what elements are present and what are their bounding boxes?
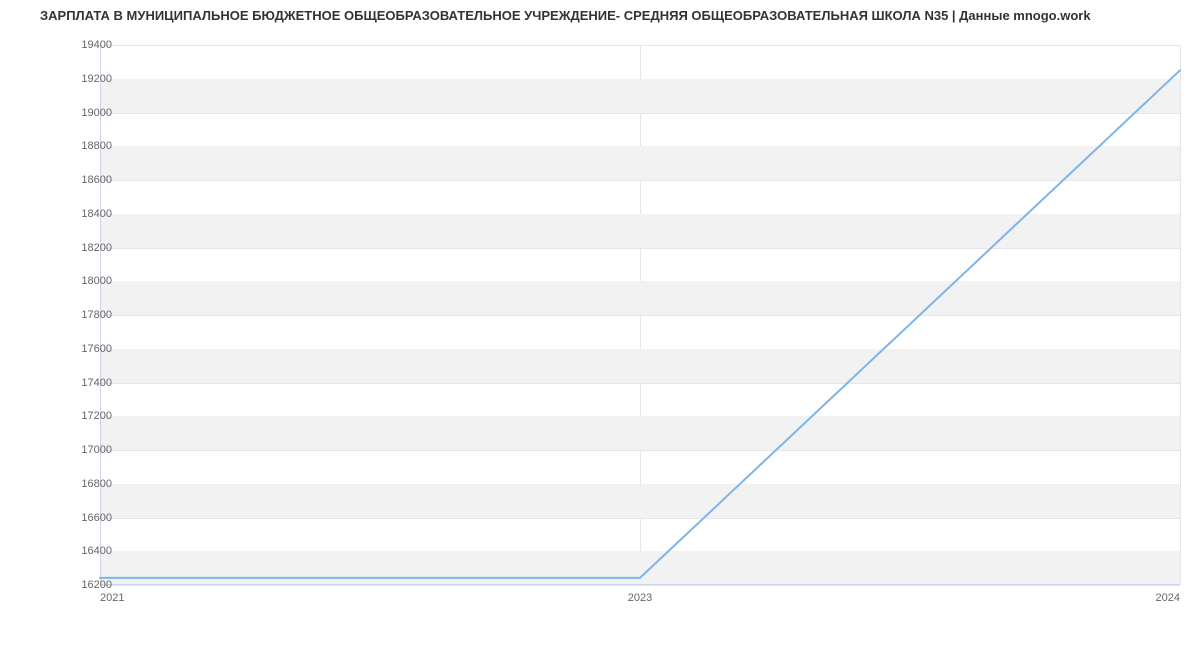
y-tick-label: 16400 (81, 545, 112, 557)
y-tick-label: 19200 (81, 73, 112, 85)
x-tick-label: 2023 (628, 592, 652, 604)
y-tick-label: 16600 (81, 512, 112, 524)
x-tick-label: 2024 (1156, 592, 1180, 604)
x-gridline (1180, 45, 1181, 585)
y-tick-label: 18200 (81, 242, 112, 254)
y-tick-label: 17400 (81, 377, 112, 389)
chart-container: ЗАРПЛАТА В МУНИЦИПАЛЬНОЕ БЮДЖЕТНОЕ ОБЩЕО… (0, 0, 1200, 650)
y-tick-label: 18000 (81, 275, 112, 287)
y-tick-label: 19000 (81, 107, 112, 119)
x-tick-label: 2021 (100, 592, 124, 604)
y-tick-label: 19400 (81, 39, 112, 51)
y-tick-label: 18600 (81, 174, 112, 186)
y-tick-label: 16800 (81, 478, 112, 490)
chart-title: ЗАРПЛАТА В МУНИЦИПАЛЬНОЕ БЮДЖЕТНОЕ ОБЩЕО… (40, 8, 1091, 23)
y-tick-label: 17200 (81, 410, 112, 422)
y-tick-label: 17800 (81, 309, 112, 321)
y-tick-label: 18400 (81, 208, 112, 220)
y-tick-label: 18800 (81, 140, 112, 152)
y-tick-label: 17600 (81, 343, 112, 355)
y-gridline (100, 585, 1180, 586)
y-tick-label: 17000 (81, 444, 112, 456)
y-tick-label: 16200 (81, 579, 112, 591)
plot-area: 202120232024 (100, 45, 1180, 585)
chart-line-series (100, 45, 1180, 585)
plot-inner: 202120232024 (100, 45, 1180, 585)
